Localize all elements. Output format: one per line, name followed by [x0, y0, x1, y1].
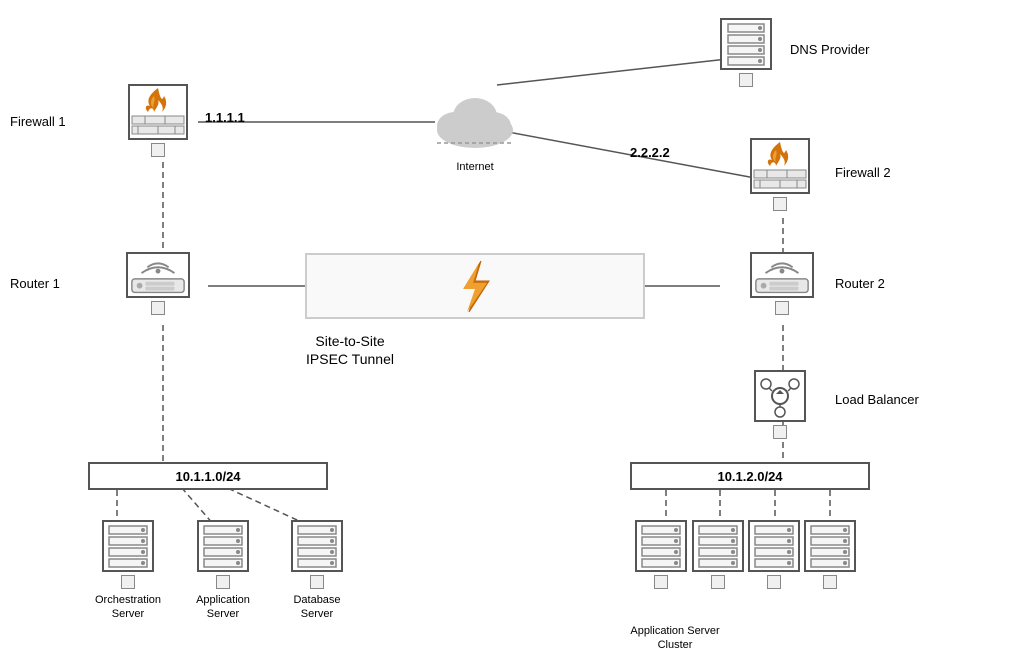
lb-node: [754, 370, 806, 439]
router2-label: Router 2: [835, 276, 885, 291]
app-server-label: Application Server: [183, 593, 263, 622]
internet-node: Internet: [425, 78, 525, 174]
firewall1-ip: 1.1.1.1: [205, 110, 245, 125]
orch-server-icon: [102, 520, 154, 572]
db-server-checkbox[interactable]: [310, 575, 324, 589]
firewall2-ip: 2.2.2.2: [630, 145, 670, 160]
router1-icon: [126, 252, 190, 298]
dns-checkbox[interactable]: [739, 73, 753, 87]
cluster-server4-icon: [804, 520, 856, 572]
db-server-label: Database Server: [277, 593, 357, 622]
lightning-icon: [445, 259, 505, 314]
cluster-server1-checkbox[interactable]: [654, 575, 668, 589]
tunnel-box: [305, 253, 645, 319]
cluster-server3-icon: [748, 520, 800, 572]
router2-checkbox[interactable]: [775, 301, 789, 315]
cluster-server2-node: [692, 520, 744, 589]
subnet1-box: 10.1.1.0/24: [88, 462, 328, 490]
cluster-server4-checkbox[interactable]: [823, 575, 837, 589]
app-server-checkbox[interactable]: [216, 575, 230, 589]
router1-label: Router 1: [10, 276, 60, 291]
cluster-server1-icon: [635, 520, 687, 572]
cluster-server4-node: [804, 520, 856, 589]
firewall2-icon: [750, 138, 810, 194]
firewall2-node: [750, 138, 810, 211]
cluster-server2-icon: [692, 520, 744, 572]
network-diagram: Firewall 1 1.1.1.1 Internet: [0, 0, 1018, 669]
orch-server-checkbox[interactable]: [121, 575, 135, 589]
router2-icon: [750, 252, 814, 298]
cluster-label: Application Server Cluster: [630, 624, 720, 653]
lb-checkbox[interactable]: [773, 425, 787, 439]
subnet2-box: 10.1.2.0/24: [630, 462, 870, 490]
cluster-server3-checkbox[interactable]: [767, 575, 781, 589]
app-server-icon: [197, 520, 249, 572]
cluster-server1-node: [635, 520, 687, 589]
firewall1-icon: [128, 84, 188, 140]
db-server-icon: [291, 520, 343, 572]
dns-label: DNS Provider: [790, 42, 869, 57]
internet-label: Internet: [456, 160, 493, 174]
router1-node: [126, 252, 190, 315]
firewall2-checkbox[interactable]: [773, 197, 787, 211]
tunnel-label: Site-to-Site IPSEC Tunnel: [305, 332, 395, 368]
orch-server-label: Orchestration Server: [88, 593, 168, 622]
lb-label: Load Balancer: [835, 392, 919, 407]
cloud-icon: [425, 78, 525, 156]
router2-node: [750, 252, 814, 315]
db-server-node: Database Server: [277, 520, 357, 622]
firewall2-label: Firewall 2: [835, 165, 891, 180]
firewall1-node: [128, 84, 188, 157]
router1-checkbox[interactable]: [151, 301, 165, 315]
app-server-node: Application Server: [183, 520, 263, 622]
cluster-server3-node: [748, 520, 800, 589]
orch-server-node: Orchestration Server: [88, 520, 168, 622]
firewall1-label: Firewall 1: [10, 114, 66, 129]
lb-icon: [754, 370, 806, 422]
dns-node: [720, 18, 772, 87]
firewall1-checkbox[interactable]: [151, 143, 165, 157]
cluster-server2-checkbox[interactable]: [711, 575, 725, 589]
dns-icon: [720, 18, 772, 70]
